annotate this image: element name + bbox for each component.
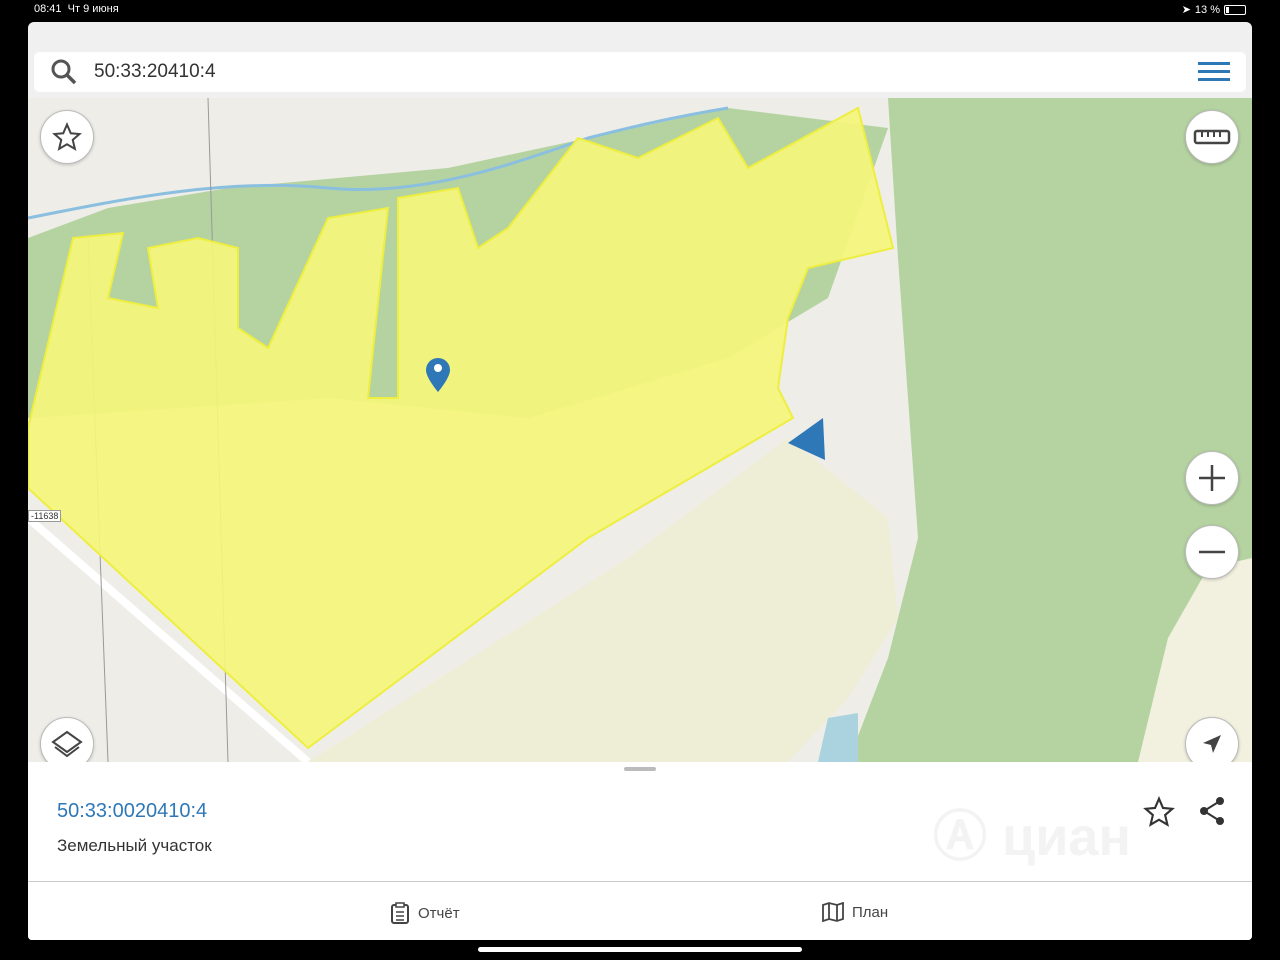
my-location-button[interactable] (1185, 717, 1239, 762)
navigation-arrow-icon (1203, 735, 1221, 753)
tab-plan-label: План (852, 903, 889, 921)
parcel-info-sheet: Ⓐ циан 50:33:0020410:4 Земельный участок… (28, 762, 1252, 940)
zoom-out-button[interactable] (1185, 525, 1239, 579)
battery-icon (1224, 4, 1246, 15)
map-plan-icon (822, 902, 844, 922)
tab-report[interactable]: Отчёт (390, 902, 460, 924)
status-time-date: 08:41 Чт 9 июня (34, 3, 119, 15)
minus-icon (1199, 550, 1225, 554)
map-view[interactable]: -11638 (28, 98, 1252, 762)
cadastral-number-link[interactable]: 50:33:0020410:4 (57, 800, 207, 823)
report-icon (391, 902, 409, 924)
parcel-type: Земельный участок (57, 836, 212, 855)
share-icon[interactable] (1198, 796, 1226, 826)
pin-dot (434, 364, 442, 372)
layers-icon (51, 730, 83, 758)
tab-plan[interactable]: План (822, 902, 888, 922)
search-icon (51, 59, 77, 85)
star-icon (52, 122, 82, 151)
layers-button[interactable] (40, 717, 94, 762)
menu-icon[interactable] (1198, 60, 1230, 84)
sheet-drag-handle[interactable] (624, 767, 656, 771)
app-window: 50:33:20410:4 -11638 Ⓐ циан 50:33:002041… (28, 22, 1252, 940)
plus-icon (1199, 465, 1225, 491)
map-canvas (28, 98, 1252, 762)
home-indicator[interactable] (478, 947, 802, 952)
zoom-in-button[interactable] (1185, 451, 1239, 505)
location-icon: ➤ (1181, 4, 1191, 16)
ruler-icon (1193, 129, 1231, 145)
status-right: ➤ 13 % (1182, 3, 1246, 16)
tab-report-label: Отчёт (418, 904, 460, 922)
road-label: -11638 (28, 510, 62, 522)
search-input[interactable]: 50:33:20410:4 (94, 61, 216, 83)
favorite-button[interactable] (40, 110, 94, 164)
search-bar[interactable]: 50:33:20410:4 (34, 52, 1246, 92)
star-icon[interactable] (1143, 796, 1175, 828)
status-bar: 08:41 Чт 9 июня ➤ 13 % (0, 0, 1280, 20)
cian-watermark: Ⓐ циан (933, 807, 1132, 867)
battery-text: 13 % (1194, 3, 1220, 16)
ruler-button[interactable] (1185, 110, 1239, 164)
divider (28, 881, 1252, 882)
